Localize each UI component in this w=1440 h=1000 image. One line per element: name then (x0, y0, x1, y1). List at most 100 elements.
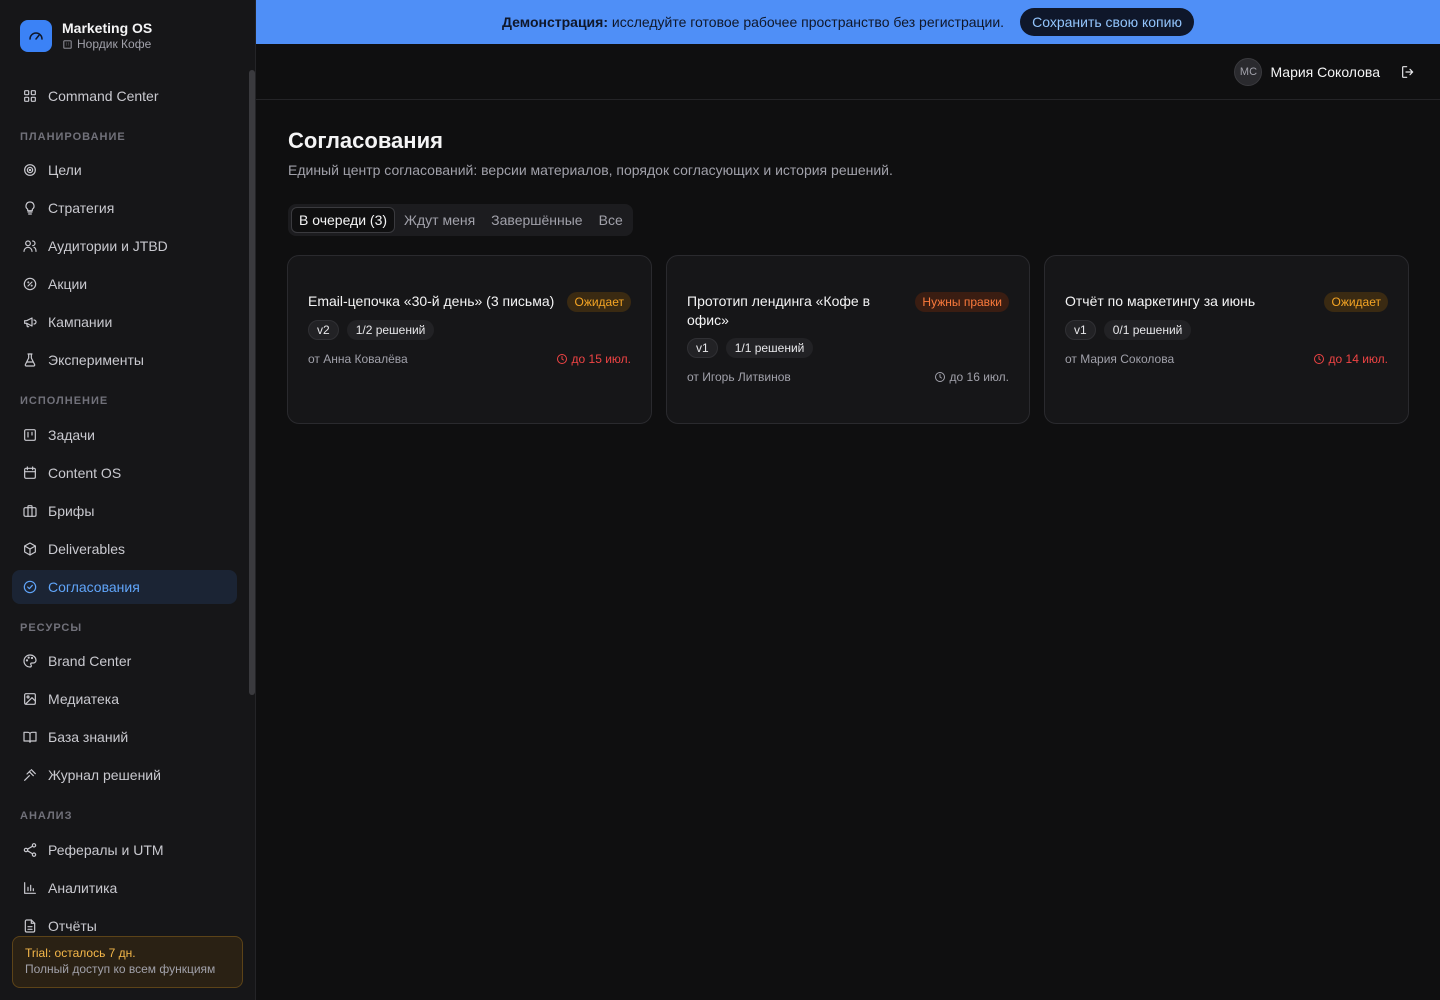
sidebar-item-campaigns[interactable]: Кампании (12, 305, 237, 339)
app-name: Marketing OS (62, 20, 153, 36)
user-name: Мария Соколова (1270, 64, 1380, 80)
decisions-chip: 0/1 решений (1103, 320, 1192, 340)
due-date: до 14 июл. (1313, 352, 1388, 366)
sidebar-item-brand-center[interactable]: Brand Center (12, 644, 237, 678)
sidebar-item-audiences[interactable]: Аудитории и JTBD (12, 229, 237, 263)
demo-banner: Демонстрация: исследуйте готовое рабочее… (256, 0, 1440, 44)
decisions-chip: 1/2 решений (346, 320, 435, 340)
sidebar-item-strategy[interactable]: Стратегия (12, 191, 237, 225)
trial-banner[interactable]: Trial: осталось 7 дн. Полный доступ ко в… (12, 936, 243, 988)
users-icon (22, 238, 38, 254)
sidebar-item-content-os[interactable]: Content OS (12, 456, 237, 490)
decisions-chip: 1/1 решений (725, 338, 814, 358)
clock-icon (934, 372, 945, 382)
page-subtitle: Единый центр согласований: версии матери… (288, 162, 893, 178)
status-badge: Ожидает (1324, 292, 1388, 312)
target-icon (22, 162, 38, 178)
tab-all[interactable]: Все (592, 207, 630, 233)
card-author: от Мария Соколова (1065, 352, 1175, 366)
section-label-resources: РЕСУРСЫ (20, 622, 83, 634)
sidebar-item-approvals[interactable]: Согласования (12, 570, 237, 604)
bar-chart-icon (22, 880, 38, 896)
section-label-execution: ИСПОЛНЕНИЕ (20, 395, 109, 407)
sidebar-item-tasks[interactable]: Задачи (12, 418, 237, 452)
sidebar-item-promos[interactable]: Акции (12, 267, 237, 301)
approval-card[interactable]: Прототип лендинга «Кофе в офис» Нужны пр… (666, 255, 1030, 424)
sidebar-item-label: Задачи (48, 427, 96, 443)
sidebar-item-label: Цели (48, 162, 82, 178)
sidebar-item-deliverables[interactable]: Deliverables (12, 532, 237, 566)
save-copy-button[interactable]: Сохранить свою копию (1020, 8, 1194, 36)
card-author: от Анна Ковалёва (308, 352, 408, 366)
tab-completed[interactable]: Завершённые (484, 207, 589, 233)
tab-in-queue[interactable]: В очереди (3) (291, 207, 396, 233)
sidebar-item-media[interactable]: Медиатека (12, 682, 237, 716)
approval-card[interactable]: Email-цепочка «30-й день» (3 письма) Ожи… (287, 255, 652, 424)
sidebar-item-knowledge-base[interactable]: База знаний (12, 720, 237, 754)
sidebar-item-label: Акции (48, 276, 88, 292)
file-text-icon (22, 918, 38, 934)
brand[interactable]: Marketing OS Нордик Кофе (20, 20, 152, 52)
sidebar-item-label: Согласования (48, 579, 140, 595)
sidebar-item-label: Брифы (48, 503, 95, 519)
org-name-label: Нордик Кофе (77, 37, 152, 51)
sidebar-item-decision-log[interactable]: Журнал решений (12, 758, 237, 792)
sidebar-item-label: Стратегия (48, 200, 115, 216)
gavel-icon (22, 767, 38, 783)
org-name: Нордик Кофе (62, 37, 152, 52)
sidebar-item-label: Brand Center (48, 653, 132, 669)
section-label-analysis: АНАЛИЗ (20, 810, 73, 822)
page-title: Согласования (288, 128, 443, 153)
megaphone-icon (22, 314, 38, 330)
avatar: МС (1234, 58, 1263, 86)
sidebar: Marketing OS Нордик Кофе Command Center … (0, 0, 256, 1000)
sidebar-item-label: Command Center (48, 88, 159, 104)
topbar: МС Мария Соколова (256, 44, 1440, 100)
sidebar-item-label: Медиатека (48, 691, 120, 707)
sidebar-item-label: База знаний (48, 729, 129, 745)
demo-banner-text: Демонстрация: исследуйте готовое рабочее… (502, 14, 1004, 30)
sidebar-item-label: Журнал решений (48, 767, 161, 783)
trial-subtitle: Полный доступ ко всем функциям (25, 962, 216, 976)
filter-tabs: В очереди (3) Ждут меня Завершённые Все (288, 204, 633, 236)
due-date-label: до 14 июл. (1328, 352, 1388, 366)
clock-icon (1313, 354, 1324, 364)
sidebar-item-experiments[interactable]: Эксперименты (12, 343, 237, 377)
flask-icon (22, 352, 38, 368)
sidebar-item-goals[interactable]: Цели (12, 153, 237, 187)
sidebar-item-label: Deliverables (48, 541, 126, 557)
demo-banner-message: исследуйте готовое рабочее пространство … (611, 14, 1005, 30)
sidebar-item-referrals[interactable]: Рефералы и UTM (12, 833, 237, 867)
version-chip: v1 (687, 338, 718, 358)
card-title: Отчёт по маркетингу за июнь (1065, 293, 1256, 309)
package-icon (22, 541, 38, 557)
check-circle-icon (22, 579, 38, 595)
image-icon (22, 691, 38, 707)
version-chip: v2 (308, 320, 339, 340)
user-menu[interactable]: МС Мария Соколова (1234, 58, 1380, 86)
sidebar-item-command-center[interactable]: Command Center (12, 79, 237, 113)
tab-waiting-for-me[interactable]: Ждут меня (397, 207, 482, 233)
status-badge: Нужны правки (915, 292, 1009, 312)
kanban-icon (22, 427, 38, 443)
briefcase-icon (22, 503, 38, 519)
grid-icon (22, 88, 38, 104)
due-date: до 15 июл. (556, 352, 631, 366)
sidebar-scrollbar[interactable] (249, 70, 255, 695)
demo-banner-label: Демонстрация: (502, 14, 608, 30)
version-chip: v1 (1065, 320, 1096, 340)
book-open-icon (22, 729, 38, 745)
brand-logo-icon (20, 20, 52, 52)
clock-icon (556, 354, 567, 364)
status-badge: Ожидает (567, 292, 631, 312)
due-date-label: до 16 июл. (949, 370, 1009, 384)
card-author: от Игорь Литвинов (687, 370, 791, 384)
sidebar-item-label: Рефералы и UTM (48, 842, 164, 858)
sidebar-item-label: Отчёты (48, 918, 97, 934)
percent-badge-icon (22, 276, 38, 292)
approval-card[interactable]: Отчёт по маркетингу за июнь Ожидает v1 0… (1044, 255, 1409, 424)
logout-icon[interactable] (1400, 64, 1416, 80)
sidebar-item-briefs[interactable]: Брифы (12, 494, 237, 528)
sidebar-item-analytics[interactable]: Аналитика (12, 871, 237, 905)
share-icon (22, 842, 38, 858)
